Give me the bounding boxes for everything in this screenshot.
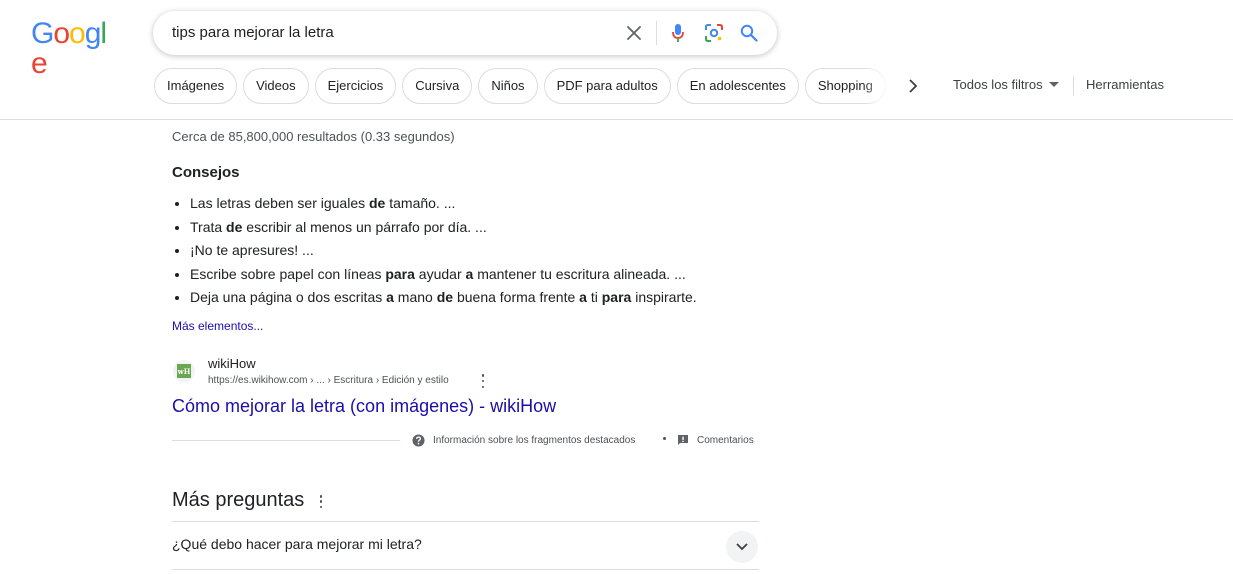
feedback-separator bbox=[663, 437, 666, 440]
favicon-logo: wH bbox=[177, 364, 191, 378]
site-favicon[interactable]: wH bbox=[173, 360, 195, 382]
tip-text: Escribe sobre papel con líneas bbox=[190, 265, 386, 282]
tip-text: de bbox=[436, 289, 454, 305]
chip-pdf-para-adultos[interactable]: PDF para adultos bbox=[543, 68, 671, 104]
tip-text: mano bbox=[393, 289, 437, 305]
tip-text: ti bbox=[586, 289, 602, 305]
header-divider bbox=[0, 119, 1233, 120]
filter-chips: Imágenes Videos Ejercicios Cursiva Niños… bbox=[154, 68, 886, 104]
result-title-link[interactable]: Cómo mejorar la letra (con imágenes) - w… bbox=[172, 396, 556, 417]
tip-text: para bbox=[385, 265, 415, 282]
more-items-link[interactable]: Más elementos... bbox=[172, 319, 263, 333]
tools-button[interactable]: Herramientas bbox=[1086, 77, 1164, 92]
snippet-info-button[interactable]: Información sobre los fragmentos destaca… bbox=[412, 434, 635, 447]
google-logo[interactable]: Googl e bbox=[31, 17, 115, 79]
logo-letter: e bbox=[31, 47, 48, 80]
site-url[interactable]: https://es.wikihow.com › ... › Escritura… bbox=[208, 375, 449, 386]
tip-text: Deja una página o dos escritas bbox=[190, 289, 387, 305]
paa-menu-icon[interactable] bbox=[316, 495, 326, 508]
tools-divider bbox=[1073, 76, 1074, 96]
comments-label: Comentarios bbox=[697, 434, 754, 446]
all-filters-label: Todos los filtros bbox=[953, 77, 1043, 92]
tip-text: para bbox=[601, 289, 632, 305]
tip-text: ¡No te apresures! ... bbox=[190, 242, 314, 258]
chip-cursiva[interactable]: Cursiva bbox=[402, 68, 473, 104]
tips-list: Las letras deben ser iguales de tamaño. … bbox=[172, 192, 697, 310]
microphone-icon[interactable] bbox=[668, 23, 688, 43]
tip-text: de bbox=[226, 218, 243, 235]
paa-title: Más preguntas bbox=[172, 489, 305, 511]
tip-item: ¡No te apresures! ... bbox=[190, 239, 697, 263]
site-name[interactable]: wikiHow bbox=[208, 356, 256, 371]
logo-letter: o bbox=[69, 17, 86, 50]
all-filters-button[interactable]: Todos los filtros bbox=[953, 77, 1059, 92]
paa-divider bbox=[172, 521, 759, 522]
logo-letter: g bbox=[84, 17, 102, 50]
search-icon[interactable] bbox=[739, 23, 759, 43]
tip-text: Trata bbox=[190, 218, 227, 235]
tip-text: a bbox=[386, 289, 394, 305]
chip-en-adolescentes[interactable]: En adolescentes bbox=[676, 68, 799, 104]
snippet-title: Consejos bbox=[172, 164, 240, 181]
logo-letter: o bbox=[53, 17, 70, 50]
logo-letter: G bbox=[31, 17, 54, 50]
chip-imagenes[interactable]: Imágenes bbox=[154, 68, 238, 104]
logo-letter: l bbox=[100, 17, 107, 50]
tip-text: de bbox=[369, 195, 386, 211]
paa-divider bbox=[172, 569, 759, 570]
tip-item: Deja una página o dos escritas a mano de… bbox=[190, 286, 697, 310]
comments-button[interactable]: Comentarios bbox=[677, 434, 754, 446]
lens-icon[interactable] bbox=[704, 23, 724, 43]
tip-text: buena forma frente bbox=[453, 289, 580, 305]
chevron-down-icon[interactable] bbox=[726, 531, 758, 563]
tip-text: ayudar bbox=[414, 265, 466, 282]
tip-text: inspirarte. bbox=[631, 289, 697, 305]
close-icon[interactable] bbox=[624, 23, 644, 43]
search-box[interactable]: tips para mejorar la letra bbox=[153, 11, 777, 55]
search-input[interactable]: tips para mejorar la letra bbox=[172, 11, 334, 55]
tip-text: escribir al menos un párrafo por día. ..… bbox=[242, 218, 487, 235]
feedback-icon bbox=[678, 435, 688, 445]
snippet-info-label: Información sobre los fragmentos destaca… bbox=[433, 435, 636, 446]
more-options-icon[interactable] bbox=[477, 374, 489, 388]
tip-item: Trata de escribir al menos un párrafo po… bbox=[190, 216, 697, 240]
feedback-divider bbox=[172, 440, 400, 441]
help-icon bbox=[412, 434, 425, 447]
tip-text: a bbox=[579, 289, 587, 305]
chip-ejercicios[interactable]: Ejercicios bbox=[314, 68, 397, 104]
tip-text: tamaño. ... bbox=[385, 195, 456, 211]
tip-text: mantener tu escritura alineada. ... bbox=[473, 265, 686, 282]
chip-ninos[interactable]: Niños bbox=[478, 68, 538, 104]
search-divider bbox=[656, 21, 657, 45]
paa-question[interactable]: ¿Qué debo hacer para mejorar mi letra? bbox=[172, 536, 422, 552]
tip-item: Las letras deben ser iguales de tamaño. … bbox=[190, 192, 697, 216]
tip-item: Escribe sobre papel con líneas para ayud… bbox=[190, 263, 697, 287]
tip-text: Las letras deben ser iguales bbox=[190, 195, 369, 211]
chip-videos[interactable]: Videos bbox=[243, 68, 309, 104]
caret-down-icon bbox=[1048, 81, 1059, 87]
chevron-right-icon[interactable] bbox=[903, 76, 923, 96]
chips-fade bbox=[862, 66, 892, 106]
result-stats: Cerca de 85,800,000 resultados (0.33 seg… bbox=[172, 129, 455, 144]
